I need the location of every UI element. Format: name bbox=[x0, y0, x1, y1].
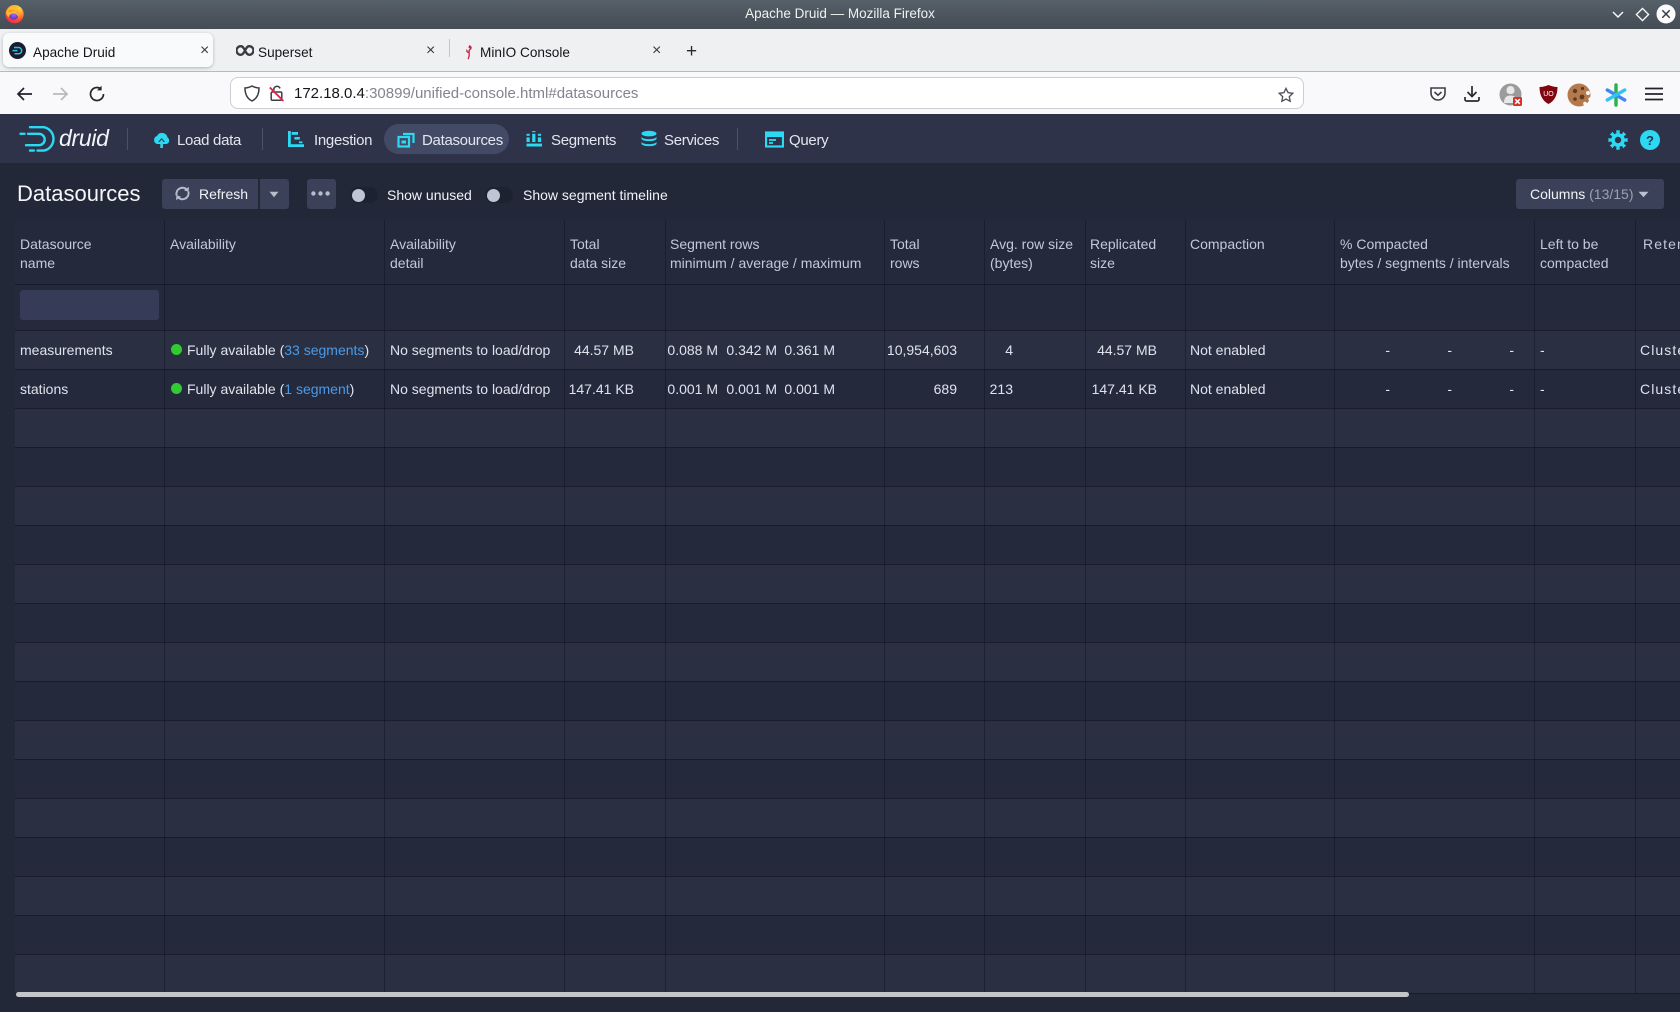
svg-text:UO: UO bbox=[1543, 91, 1554, 98]
svg-text:?: ? bbox=[1646, 133, 1654, 148]
